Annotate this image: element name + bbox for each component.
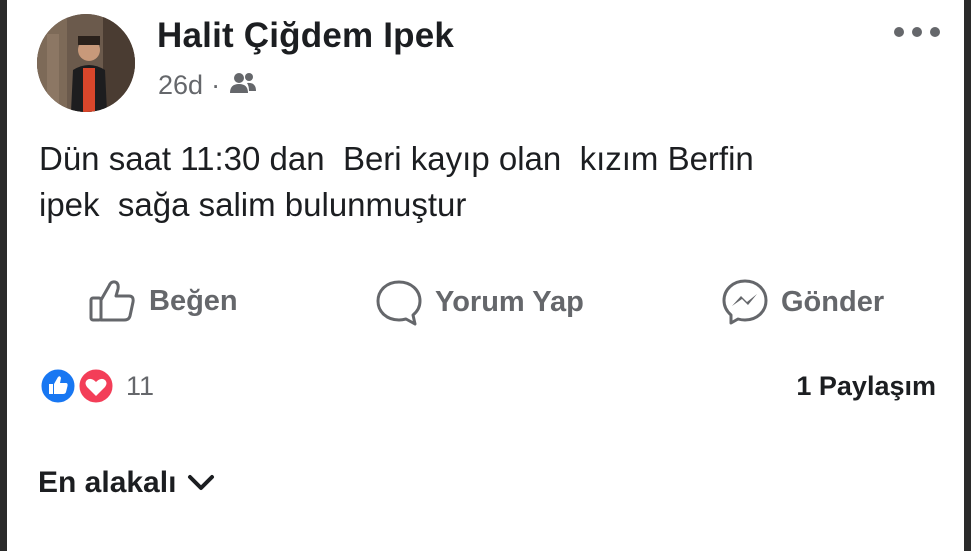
send-button[interactable]: Gönder bbox=[721, 278, 884, 326]
meta-separator: · bbox=[211, 70, 221, 100]
post-time[interactable]: 26d bbox=[158, 70, 203, 101]
sort-label: En alakalı bbox=[38, 466, 177, 499]
avatar[interactable] bbox=[37, 14, 135, 112]
share-count[interactable]: 1 Paylaşım bbox=[796, 371, 936, 402]
post-text-line: Dün saat 11:30 dan Beri kayıp olan kızım… bbox=[39, 140, 754, 177]
reaction-count: 11 bbox=[126, 370, 155, 401]
post-card: Halit Çiğdem Ipek 26d · Dün saat 11:30 d… bbox=[7, 0, 964, 551]
love-icon bbox=[76, 366, 116, 406]
comment-sort-dropdown[interactable]: En alakalı bbox=[38, 466, 218, 500]
reactions-summary[interactable]: 11 bbox=[38, 366, 154, 406]
post-text: Dün saat 11:30 dan Beri kayıp olan kızım… bbox=[39, 136, 939, 228]
like-icon bbox=[38, 366, 78, 406]
messenger-icon bbox=[722, 279, 768, 325]
reactions-icons bbox=[38, 366, 116, 406]
comment-bubble-icon bbox=[376, 280, 422, 326]
more-options-button[interactable] bbox=[891, 22, 943, 47]
friends-icon bbox=[228, 71, 258, 100]
comment-label: Yorum Yap bbox=[435, 285, 584, 318]
more-dots-icon bbox=[894, 27, 940, 37]
chevron-down-icon bbox=[188, 475, 215, 490]
thumbs-up-icon bbox=[89, 280, 135, 322]
post-meta: 26d · bbox=[158, 70, 258, 101]
comment-button[interactable]: Yorum Yap bbox=[375, 278, 584, 326]
like-button[interactable]: Beğen bbox=[89, 278, 238, 324]
like-label: Beğen bbox=[149, 284, 238, 317]
post-text-line: ipek sağa salim bulunmuştur bbox=[39, 186, 467, 223]
author-name[interactable]: Halit Çiğdem Ipek bbox=[157, 16, 454, 56]
send-label: Gönder bbox=[781, 285, 885, 318]
